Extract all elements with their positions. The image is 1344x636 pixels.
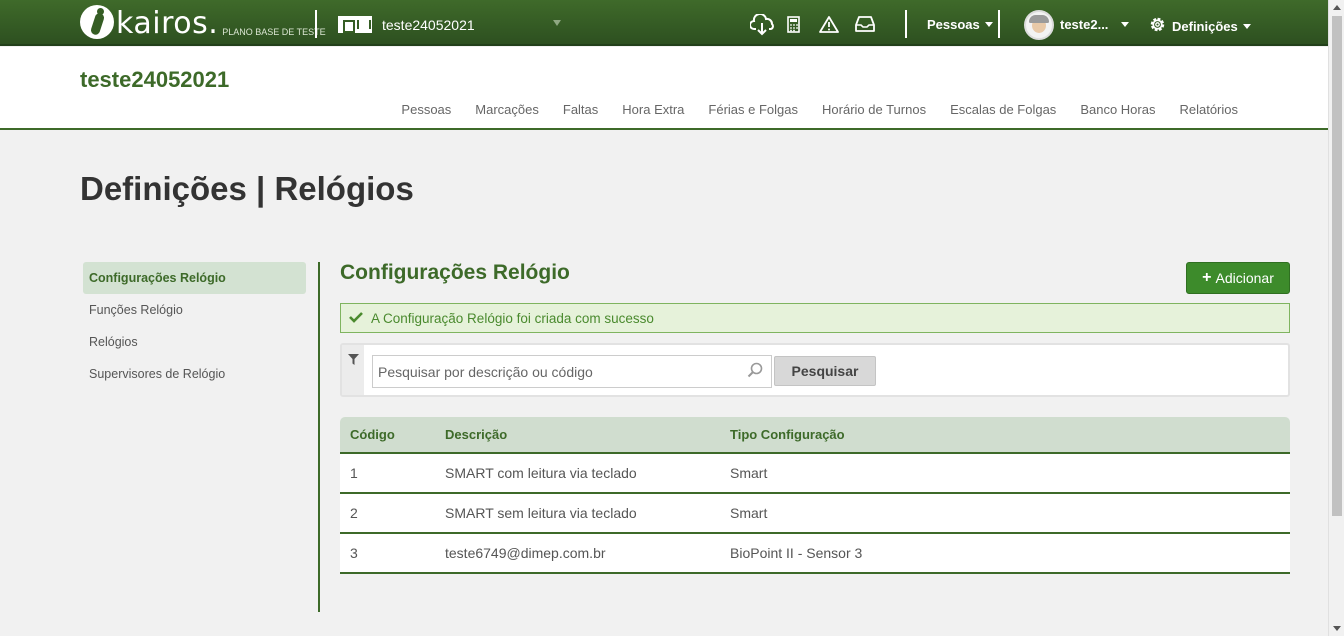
gear-icon [1148, 15, 1167, 37]
nav-horario-turnos[interactable]: Horário de Turnos [822, 102, 926, 117]
warning-icon[interactable] [819, 15, 839, 38]
nav-faltas[interactable]: Faltas [563, 102, 598, 117]
calculator-icon[interactable] [787, 16, 801, 39]
nav-relatorios[interactable]: Relatórios [1179, 102, 1238, 117]
cell-codigo: 1 [350, 465, 358, 481]
avatar[interactable] [1024, 10, 1054, 40]
nav-marcacoes[interactable]: Marcações [475, 102, 539, 117]
nav-banco-horas[interactable]: Banco Horas [1080, 102, 1155, 117]
vertical-scrollbar[interactable] [1328, 0, 1344, 636]
nav-escalas-folgas[interactable]: Escalas de Folgas [950, 102, 1056, 117]
check-icon [349, 311, 363, 326]
page-header: teste24052021 Pessoas Marcações Faltas H… [0, 47, 1328, 130]
user-name: teste2... [1060, 17, 1109, 32]
company-icon [338, 16, 372, 33]
filter-icon [348, 352, 359, 370]
inbox-icon[interactable] [855, 15, 875, 38]
cell-tipo: BioPoint II - Sensor 3 [730, 545, 863, 561]
divider [318, 262, 320, 612]
people-menu[interactable]: Pessoas [927, 17, 993, 32]
company-title: teste24052021 [80, 67, 230, 92]
scroll-up-arrow-icon[interactable] [1333, 5, 1341, 10]
cell-descricao: SMART sem leitura via teclado [445, 505, 637, 521]
sidebar-item-configuracoes-relogio[interactable]: Configurações Relógio [83, 262, 306, 294]
company-selector[interactable]: teste24052021 [382, 17, 475, 33]
cell-descricao: teste6749@dimep.com.br [445, 545, 606, 561]
success-alert: A Configuração Relógio foi criada com su… [340, 303, 1290, 333]
nav-pessoas[interactable]: Pessoas [401, 102, 451, 117]
search-icon[interactable] [747, 362, 763, 383]
settings-menu[interactable]: Definições [1148, 15, 1251, 37]
top-bar: kairos. PLANO BASE DE TESTE teste2405202… [0, 0, 1328, 46]
cell-tipo: Smart [730, 465, 768, 481]
search-button[interactable]: Pesquisar [774, 356, 876, 386]
column-header-tipo[interactable]: Tipo Configuração [730, 427, 1290, 442]
filter-toggle[interactable] [342, 345, 364, 395]
chevron-down-icon [1121, 22, 1130, 27]
scroll-down-arrow-icon[interactable] [1333, 626, 1341, 631]
table-header: Código Descrição Tipo Configuração [340, 417, 1290, 454]
main-nav: Pessoas Marcações Faltas Hora Extra Féri… [401, 102, 1238, 117]
logo-text: kairos. [116, 6, 219, 41]
table-row[interactable]: 3 teste6749@dimep.com.br BioPoint II - S… [340, 534, 1290, 574]
column-header-descricao[interactable]: Descrição [445, 427, 730, 442]
nav-ferias-folgas[interactable]: Férias e Folgas [708, 102, 798, 117]
cloud-download-icon[interactable] [749, 12, 776, 41]
sidebar-item-relogios[interactable]: Relógios [83, 326, 306, 358]
cell-descricao: SMART com leitura via teclado [445, 465, 637, 481]
add-button[interactable]: + Adicionar [1186, 262, 1290, 294]
page-title: Definições | Relógios [80, 170, 414, 207]
chevron-down-icon [984, 22, 993, 27]
user-menu[interactable]: teste2... [1060, 17, 1130, 32]
sidebar: Configurações Relógio Funções Relógio Re… [83, 262, 306, 390]
chevron-down-icon[interactable] [553, 20, 561, 26]
cell-tipo: Smart [730, 505, 768, 521]
cell-codigo: 2 [350, 505, 358, 521]
table-row[interactable]: 1 SMART com leitura via teclado Smart [340, 454, 1290, 494]
search-input[interactable] [372, 355, 772, 388]
scrollbar-thumb[interactable] [1332, 16, 1342, 516]
sidebar-item-funcoes-relogio[interactable]: Funções Relógio [83, 294, 306, 326]
plan-label: PLANO BASE DE TESTE [222, 27, 326, 37]
alert-message: A Configuração Relógio foi criada com su… [371, 310, 654, 326]
section-title: Configurações Relógio [340, 261, 570, 284]
search-panel: Pesquisar [340, 343, 1290, 397]
nav-hora-extra[interactable]: Hora Extra [622, 102, 684, 117]
divider [905, 10, 907, 38]
chevron-down-icon [1242, 23, 1251, 29]
add-button-label: Adicionar [1215, 270, 1274, 286]
column-header-codigo[interactable]: Código [340, 427, 445, 442]
cell-codigo: 3 [350, 545, 358, 561]
divider [998, 10, 1000, 38]
table-row[interactable]: 2 SMART sem leitura via teclado Smart [340, 494, 1290, 534]
kairos-logo-icon [80, 5, 114, 39]
plus-icon: + [1202, 269, 1212, 286]
config-table: Código Descrição Tipo Configuração 1 SMA… [340, 417, 1290, 574]
divider [315, 10, 317, 38]
people-menu-label: Pessoas [927, 17, 980, 32]
kairos-logo[interactable]: kairos. PLANO BASE DE TESTE [80, 5, 326, 39]
sidebar-item-supervisores[interactable]: Supervisores de Relógio [83, 358, 306, 390]
settings-menu-label: Definições [1172, 18, 1238, 34]
